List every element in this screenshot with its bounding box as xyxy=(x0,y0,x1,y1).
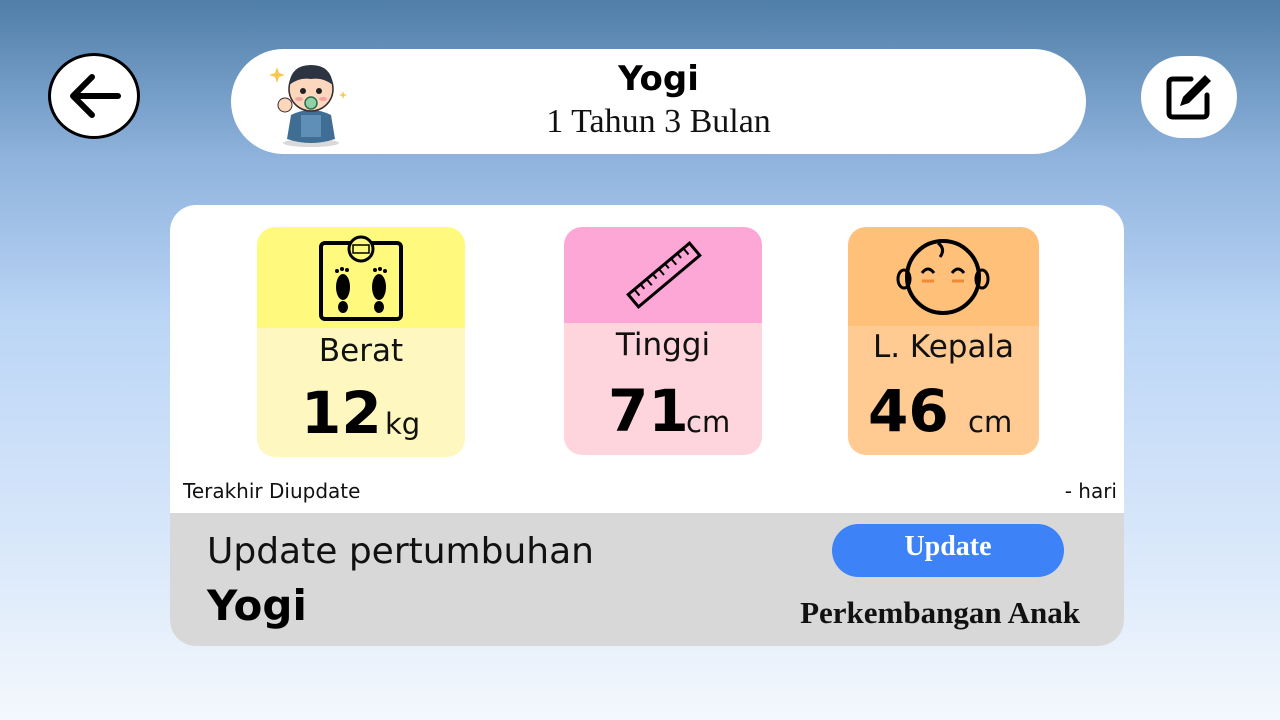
height-tile: Tinggi 71 cm xyxy=(564,227,762,455)
weight-unit: kg xyxy=(385,407,421,441)
child-age: 1 Tahun 3 Bulan xyxy=(546,103,771,140)
head-value: 46 xyxy=(868,377,949,445)
height-value: 71 xyxy=(608,377,689,445)
back-button[interactable] xyxy=(48,53,140,139)
arrow-left-icon xyxy=(70,74,121,118)
growth-card: Berat 12 kg Tinggi 71 cm L. Kepala 46 cm… xyxy=(170,205,1124,646)
weight-label: Berat xyxy=(318,333,404,369)
edit-icon xyxy=(1166,75,1211,120)
height-unit: cm xyxy=(686,405,731,439)
height-label: Tinggi xyxy=(615,327,711,363)
footer-child-name: Yogi xyxy=(207,581,307,630)
child-header: Yogi 1 Tahun 3 Bulan xyxy=(231,49,1086,154)
weight-tile: Berat 12 kg xyxy=(257,227,465,457)
child-name: Yogi xyxy=(618,59,699,99)
development-link[interactable]: Perkembangan Anak xyxy=(800,595,1080,631)
head-unit: cm xyxy=(968,405,1013,439)
ruler-icon xyxy=(626,241,702,309)
edit-button[interactable] xyxy=(1141,56,1237,138)
head-circumference-tile: L. Kepala 46 cm xyxy=(848,227,1039,455)
scale-icon xyxy=(319,235,403,321)
update-growth-section: Update pertumbuhan Yogi Update Perkemban… xyxy=(170,513,1124,646)
last-update-label: Terakhir Diupdate xyxy=(183,479,361,503)
update-button[interactable]: Update xyxy=(832,524,1064,577)
baby-head-icon xyxy=(896,239,990,315)
update-growth-title: Update pertumbuhan xyxy=(207,531,594,572)
last-update-value: - hari xyxy=(1064,479,1117,503)
head-label: L. Kepala xyxy=(872,329,1015,365)
weight-value: 12 xyxy=(301,379,382,447)
